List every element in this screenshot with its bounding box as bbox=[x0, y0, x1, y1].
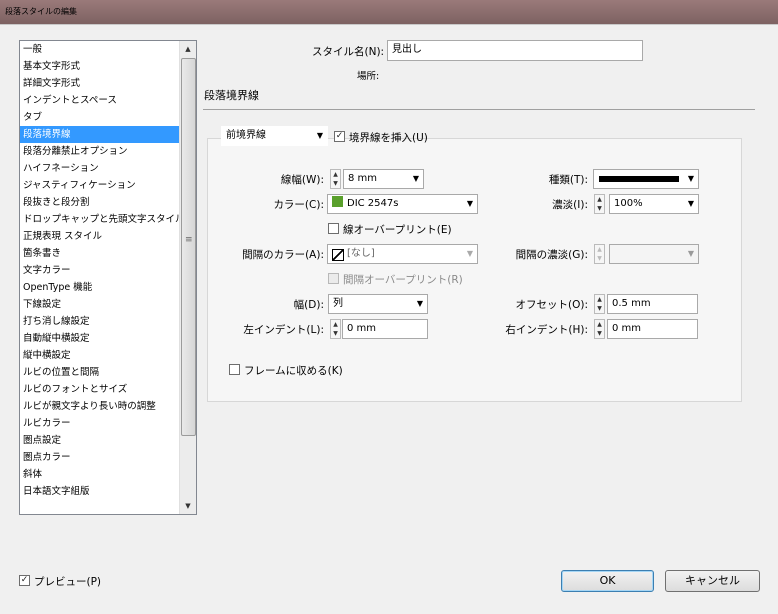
ok-button[interactable]: OK bbox=[561, 570, 654, 592]
sidebar-item[interactable]: 自動縦中横設定 bbox=[20, 330, 179, 347]
type-label: 種類(T): bbox=[548, 174, 588, 186]
offset-label: オフセット(O): bbox=[515, 299, 589, 311]
gap-tint-spinner-icon[interactable]: ▲ ▼ bbox=[594, 244, 605, 264]
sidebar-item[interactable]: 圏点カラー bbox=[20, 449, 179, 466]
solid-stroke-preview bbox=[599, 176, 679, 182]
sidebar-item[interactable]: 圏点設定 bbox=[20, 432, 179, 449]
width-label: 幅(D): bbox=[293, 299, 324, 311]
list-scrollbar[interactable]: ▲ ≡ ▼ bbox=[179, 41, 196, 514]
sidebar-item[interactable]: タブ bbox=[20, 109, 179, 126]
gap-color-label: 間隔のカラー(A): bbox=[242, 249, 324, 261]
left-indent-label: 左インデント(L): bbox=[243, 324, 324, 336]
chevron-down-icon: ▼ bbox=[416, 299, 423, 308]
sidebar-item[interactable]: 一般 bbox=[20, 41, 179, 58]
weight-label: 線幅(W): bbox=[280, 174, 324, 186]
left-indent-input[interactable]: 0 mm bbox=[342, 319, 428, 339]
overprint-stroke-label: 線オーバープリント(E) bbox=[343, 224, 452, 236]
tint-value: 100% bbox=[614, 198, 643, 209]
rule-position-select[interactable]: 前境界線 ▼ bbox=[221, 126, 328, 146]
none-swatch-icon bbox=[332, 249, 344, 261]
sidebar-item[interactable]: 基本文字形式 bbox=[20, 58, 179, 75]
sidebar-item[interactable]: 段落分離禁止オプション bbox=[20, 143, 179, 160]
gap-tint-select[interactable]: ▼ bbox=[609, 244, 699, 264]
style-name-input[interactable]: 見出し bbox=[387, 40, 643, 61]
dialog: 一般 基本文字形式 詳細文字形式 インデントとスペース タブ 段落境界線 段落分離禁止オプシ… bbox=[0, 24, 778, 614]
cancel-button[interactable]: キャンセル bbox=[665, 570, 760, 592]
sidebar-item[interactable]: ハイフネーション bbox=[20, 160, 179, 177]
sidebar-item[interactable]: 文字カラー bbox=[20, 262, 179, 279]
sidebar-item[interactable]: 日本語文字組版 bbox=[20, 483, 179, 500]
sidebar-item[interactable]: 詳細文字形式 bbox=[20, 75, 179, 92]
chevron-down-icon: ▼ bbox=[412, 174, 419, 183]
tint-spinner-icon[interactable]: ▲ ▼ bbox=[594, 194, 605, 214]
sidebar-item[interactable]: 斜体 bbox=[20, 466, 179, 483]
tint-label: 濃淡(I): bbox=[552, 199, 588, 211]
category-list-items: 一般 基本文字形式 詳細文字形式 インデントとスペース タブ 段落境界線 段落分離禁止オプシ… bbox=[20, 41, 185, 500]
color-label: カラー(C): bbox=[273, 199, 324, 211]
rule-on-label: 境界線を挿入(U) bbox=[349, 132, 428, 144]
grip-icon: ≡ bbox=[185, 235, 193, 245]
sidebar-item[interactable]: ルビの位置と間隔 bbox=[20, 364, 179, 381]
section-title: 段落境界線 bbox=[204, 89, 259, 102]
sidebar-item[interactable]: ドロップキャップと先頭文字スタイル bbox=[20, 211, 185, 228]
sidebar-item[interactable]: ジャスティフィケーション bbox=[20, 177, 179, 194]
right-indent-label: 右インデント(H): bbox=[505, 324, 588, 336]
rule-position-value: 前境界線 bbox=[226, 130, 266, 141]
width-value: 列 bbox=[333, 298, 343, 309]
gap-color-select[interactable]: [なし] ▼ bbox=[327, 244, 478, 264]
sidebar-item[interactable]: ルビが親文字より長い時の調整 bbox=[20, 398, 179, 415]
chevron-down-icon: ▼ bbox=[687, 174, 694, 183]
offset-input[interactable]: 0.5 mm bbox=[607, 294, 698, 314]
sidebar-item[interactable]: インデントとスペース bbox=[20, 92, 179, 109]
sidebar-item[interactable]: ルビのフォントとサイズ bbox=[20, 381, 179, 398]
scroll-down-arrow-icon[interactable]: ▼ bbox=[180, 498, 196, 514]
offset-spinner-icon[interactable]: ▲ ▼ bbox=[594, 294, 605, 314]
sidebar-item[interactable]: 段落境界線 bbox=[20, 126, 179, 143]
chevron-down-icon: ▼ bbox=[687, 249, 694, 258]
color-swatch bbox=[332, 196, 343, 207]
color-value: DIC 2547s bbox=[347, 198, 399, 209]
sidebar-item[interactable]: 段抜きと段分割 bbox=[20, 194, 179, 211]
sidebar-item[interactable]: 縦中横設定 bbox=[20, 347, 179, 364]
sidebar-item[interactable]: OpenType 機能 bbox=[20, 279, 179, 296]
gap-color-value: [なし] bbox=[347, 248, 375, 259]
window-title: 段落スタイルの編集 bbox=[5, 7, 77, 16]
weight-select[interactable]: 8 mm ▼ bbox=[343, 169, 424, 189]
sidebar-item[interactable]: ルビカラー bbox=[20, 415, 179, 432]
tint-select[interactable]: 100% ▼ bbox=[609, 194, 699, 214]
style-name-label: スタイル名(N): bbox=[312, 46, 385, 58]
stroke-type-select[interactable]: ▼ bbox=[593, 169, 699, 189]
section-divider bbox=[203, 109, 755, 110]
sidebar-item[interactable]: 打ち消し線設定 bbox=[20, 313, 179, 330]
preview-checkbox[interactable]: ✓ bbox=[19, 575, 30, 586]
right-indent-spinner-icon[interactable]: ▲ ▼ bbox=[594, 319, 605, 339]
overprint-gap-checkbox[interactable] bbox=[328, 273, 339, 284]
chevron-down-icon: ▼ bbox=[687, 199, 694, 208]
rule-on-checkbox[interactable]: ✓ bbox=[334, 131, 345, 142]
location-label: 場所: bbox=[357, 71, 380, 82]
chevron-down-icon: ▼ bbox=[466, 199, 473, 208]
chevron-down-icon: ▼ bbox=[316, 131, 323, 140]
scrollbar-thumb[interactable]: ≡ bbox=[181, 58, 196, 436]
left-indent-spinner-icon[interactable]: ▲ ▼ bbox=[330, 319, 341, 339]
width-select[interactable]: 列 ▼ bbox=[328, 294, 428, 314]
keep-in-frame-checkbox[interactable] bbox=[229, 364, 240, 375]
weight-value: 8 mm bbox=[348, 173, 378, 184]
sidebar-item[interactable]: 箇条書き bbox=[20, 245, 179, 262]
color-select[interactable]: DIC 2547s ▼ bbox=[327, 194, 478, 214]
sidebar-item[interactable]: 正規表現 スタイル bbox=[20, 228, 179, 245]
chevron-down-icon: ▼ bbox=[466, 249, 473, 258]
gap-tint-label: 間隔の濃淡(G): bbox=[515, 249, 588, 261]
keep-in-frame-label: フレームに収める(K) bbox=[244, 365, 343, 377]
preview-label: プレビュー(P) bbox=[34, 576, 102, 588]
category-list[interactable]: 一般 基本文字形式 詳細文字形式 インデントとスペース タブ 段落境界線 段落分離禁止オプシ… bbox=[19, 40, 197, 515]
sidebar-item[interactable]: 下線設定 bbox=[20, 296, 179, 313]
right-indent-input[interactable]: 0 mm bbox=[607, 319, 698, 339]
title-bar: 段落スタイルの編集 bbox=[0, 0, 778, 24]
overprint-gap-label: 間隔オーバープリント(R) bbox=[343, 274, 463, 286]
overprint-stroke-checkbox[interactable] bbox=[328, 223, 339, 234]
weight-spinner-icon[interactable]: ▲ ▼ bbox=[330, 169, 341, 189]
scroll-up-arrow-icon[interactable]: ▲ bbox=[180, 41, 196, 57]
